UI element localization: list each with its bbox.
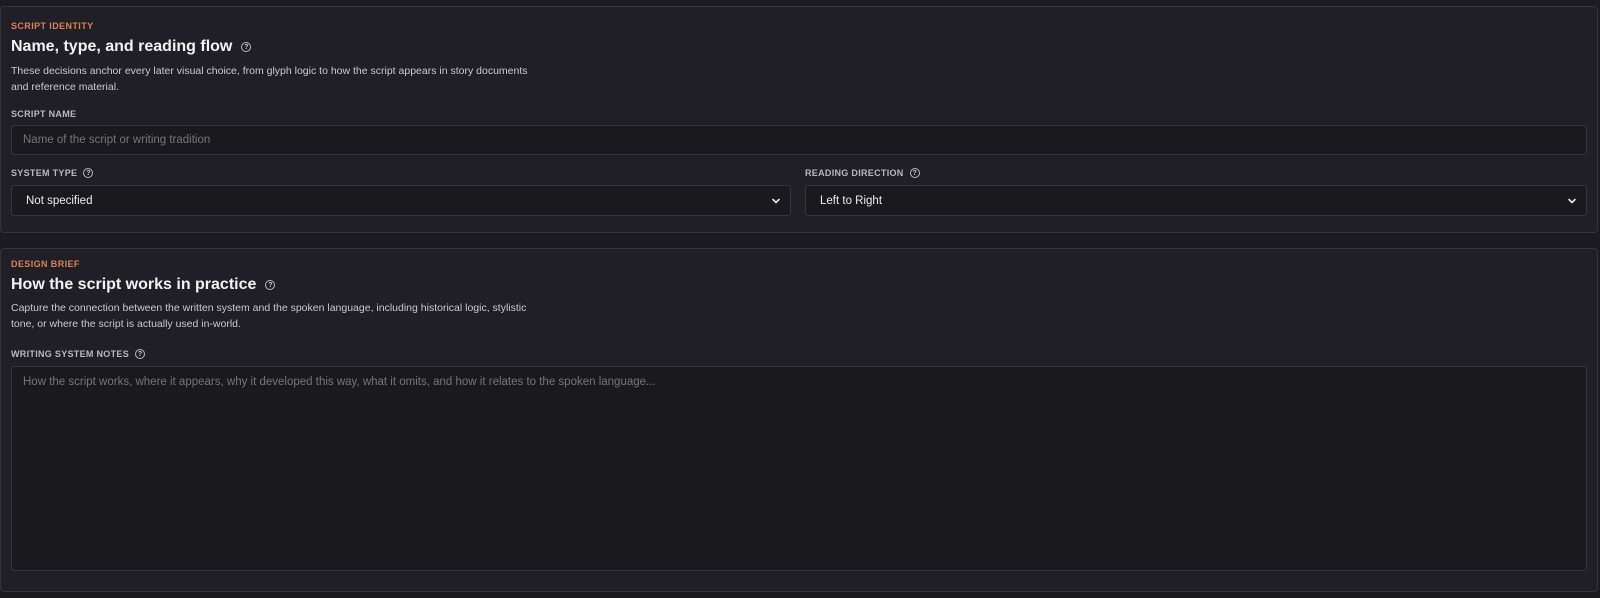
writing-system-notes-textarea[interactable]: How the script works, where it appears, …	[11, 366, 1587, 571]
section-title: Name, type, and reading flow	[11, 38, 233, 55]
section-eyebrow: DESIGN BRIEF	[11, 259, 80, 269]
description-line: These decisions anchor every later visua…	[11, 65, 528, 77]
help-icon[interactable]: ?	[135, 349, 146, 359]
section-description: These decisions anchor every later visua…	[11, 63, 601, 95]
reading-direction-label-row: READING DIRECTION ?	[805, 168, 920, 178]
script-name-input[interactable]: Name of the script or writing tradition	[11, 125, 1587, 155]
script-identity-card: SCRIPT IDENTITY Name, type, and reading …	[0, 6, 1598, 233]
section-title-row: How the script works in practice ?	[11, 276, 276, 294]
help-icon[interactable]: ?	[241, 42, 252, 52]
chevron-down-icon	[1568, 198, 1576, 203]
system-type-select[interactable]: Not specified	[11, 185, 791, 216]
help-icon[interactable]: ?	[83, 168, 94, 178]
description-line: tone, or where the script is actually us…	[11, 318, 241, 330]
section-title: How the script works in practice	[11, 276, 257, 293]
system-type-label-row: SYSTEM TYPE ?	[11, 168, 94, 178]
design-brief-card: DESIGN BRIEF How the script works in pra…	[0, 248, 1598, 592]
section-title-row: Name, type, and reading flow ?	[11, 38, 252, 56]
help-icon[interactable]: ?	[265, 280, 276, 290]
script-name-label-row: SCRIPT NAME	[11, 109, 76, 119]
reading-direction-label: READING DIRECTION	[805, 168, 904, 178]
system-type-value: Not specified	[26, 194, 93, 207]
section-description: Capture the connection between the writt…	[11, 300, 601, 332]
chevron-down-icon	[772, 198, 780, 203]
notes-label-row: WRITING SYSTEM NOTES ?	[11, 349, 146, 359]
notes-placeholder: How the script works, where it appears, …	[23, 376, 656, 388]
reading-direction-value: Left to Right	[820, 194, 883, 207]
reading-direction-select[interactable]: Left to Right	[805, 185, 1587, 216]
description-line: Capture the connection between the writt…	[11, 302, 527, 314]
writing-system-notes-label: WRITING SYSTEM NOTES	[11, 349, 130, 359]
help-icon[interactable]: ?	[909, 168, 920, 178]
system-type-label: SYSTEM TYPE	[11, 168, 78, 178]
section-eyebrow: SCRIPT IDENTITY	[11, 21, 94, 31]
script-name-label: SCRIPT NAME	[11, 109, 77, 119]
script-name-placeholder: Name of the script or writing tradition	[23, 134, 211, 146]
description-line: and reference material.	[11, 81, 119, 93]
